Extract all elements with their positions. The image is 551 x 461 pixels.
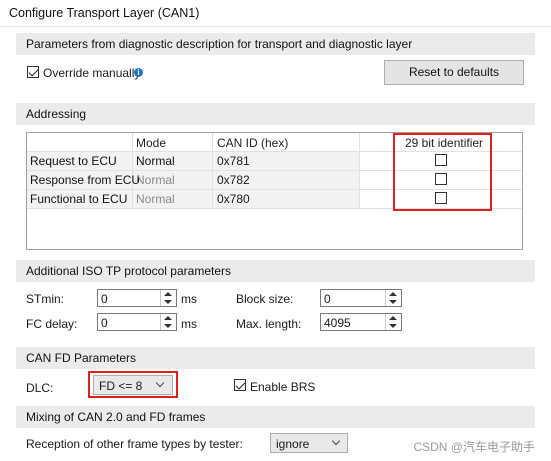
fcdelay-value: 0	[101, 316, 108, 330]
canfd-section-header: CAN FD Parameters	[16, 347, 535, 369]
maxlength-label: Max. length:	[236, 317, 302, 331]
reset-to-defaults-button[interactable]: Reset to defaults	[384, 60, 524, 85]
stmin-label: STmin:	[26, 292, 65, 306]
row-mode-functional: Normal	[136, 192, 175, 206]
blocksize-label: Block size:	[236, 292, 294, 306]
spin-down-icon[interactable]	[389, 324, 397, 328]
column-header-mode: Mode	[136, 136, 167, 150]
override-manually-checkbox[interactable]	[27, 66, 39, 78]
blocksize-arrows[interactable]	[385, 290, 401, 306]
blocksize-spinner[interactable]: 0	[320, 289, 402, 307]
chevron-down-icon	[331, 436, 341, 446]
maxlength-spinner[interactable]: 4095	[320, 313, 402, 331]
table-gridline	[212, 133, 213, 208]
stmin-unit: ms	[181, 292, 197, 306]
params-section-title: Parameters from diagnostic description f…	[26, 37, 413, 51]
reception-dropdown[interactable]: ignore	[270, 433, 348, 453]
window-title: Configure Transport Layer (CAN1)	[9, 6, 200, 20]
row-label-request: Request to ECU	[30, 154, 117, 168]
enable-brs-label: Enable BRS	[250, 380, 316, 394]
highlight-box-29bit	[393, 133, 492, 211]
mixing-section-header: Mixing of CAN 2.0 and FD frames	[16, 406, 535, 428]
table-gridline	[132, 133, 133, 208]
maxlength-arrows[interactable]	[385, 314, 401, 330]
reception-label: Reception of other frame types by tester…	[26, 437, 243, 451]
spin-down-icon[interactable]	[164, 300, 172, 304]
info-icon[interactable]: i	[134, 68, 143, 77]
enable-brs-checkbox[interactable]	[234, 379, 246, 391]
spin-up-icon[interactable]	[164, 292, 172, 296]
fcdelay-label: FC delay:	[26, 317, 78, 331]
spin-up-icon[interactable]	[164, 316, 172, 320]
override-manually-label: Override manually	[43, 66, 141, 80]
spin-up-icon[interactable]	[389, 316, 397, 320]
dlc-label: DLC:	[26, 381, 54, 395]
row-canid-response[interactable]: 0x782	[217, 173, 250, 187]
blocksize-value: 0	[324, 292, 331, 306]
table-gridline	[359, 133, 360, 208]
stmin-value: 0	[101, 292, 108, 306]
isotp-section-header: Additional ISO TP protocol parameters	[16, 260, 535, 282]
reception-value: ignore	[276, 437, 310, 451]
spin-down-icon[interactable]	[164, 324, 172, 328]
spin-up-icon[interactable]	[389, 292, 397, 296]
highlight-box-dlc	[88, 371, 178, 398]
row-mode-response: Normal	[136, 173, 175, 187]
mixing-section-title: Mixing of CAN 2.0 and FD frames	[26, 410, 206, 424]
watermark: CSDN @汽车电子助手	[413, 440, 535, 454]
stmin-spinner[interactable]: 0	[97, 289, 177, 307]
fcdelay-arrows[interactable]	[160, 314, 176, 330]
row-canid-request[interactable]: 0x781	[217, 154, 250, 168]
maxlength-value: 4095	[324, 316, 351, 330]
row-label-response: Response from ECU	[30, 173, 141, 187]
row-mode-request: Normal	[136, 154, 175, 168]
params-section-header: Parameters from diagnostic description f…	[16, 33, 535, 55]
addressing-section-header: Addressing	[16, 103, 535, 125]
addressing-section-title: Addressing	[26, 107, 87, 121]
column-header-can-id: CAN ID (hex)	[217, 136, 289, 150]
canfd-section-title: CAN FD Parameters	[26, 351, 137, 365]
row-canid-functional[interactable]: 0x780	[217, 192, 250, 206]
stmin-arrows[interactable]	[160, 290, 176, 306]
row-label-functional: Functional to ECU	[30, 192, 128, 206]
isotp-section-title: Additional ISO TP protocol parameters	[26, 264, 231, 278]
fcdelay-spinner[interactable]: 0	[97, 313, 177, 331]
spin-down-icon[interactable]	[389, 300, 397, 304]
fcdelay-unit: ms	[181, 317, 197, 331]
